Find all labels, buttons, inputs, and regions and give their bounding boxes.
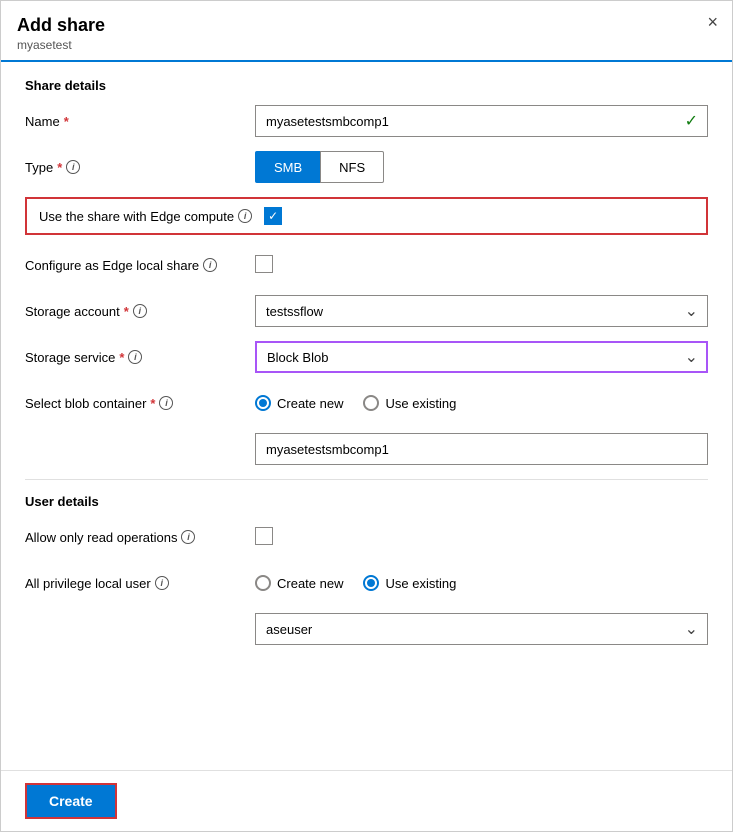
storage-service-info-icon[interactable]: i — [128, 350, 142, 364]
blob-container-use-existing-item[interactable]: Use existing — [363, 395, 456, 411]
privilege-user-select-wrapper: aseuser — [255, 613, 708, 645]
read-operations-info-icon[interactable]: i — [181, 530, 195, 544]
storage-service-select[interactable]: Block Blob — [255, 341, 708, 373]
name-input-wrapper: ✓ — [255, 105, 708, 137]
storage-account-control: testssflow — [255, 295, 708, 327]
type-control: SMB NFS — [255, 151, 708, 183]
blob-container-label: Select blob container * i — [25, 396, 255, 411]
type-label: Type * i — [25, 160, 255, 175]
edge-local-label: Configure as Edge local share i — [25, 258, 255, 273]
name-label-text: Name — [25, 114, 60, 129]
type-toggle-group: SMB NFS — [255, 151, 708, 183]
blob-container-row: Select blob container * i Create new Use… — [25, 387, 708, 419]
create-button[interactable]: Create — [25, 783, 117, 819]
blob-container-input[interactable] — [255, 433, 708, 465]
read-operations-label-text: Allow only read operations — [25, 530, 177, 545]
edge-local-checkbox[interactable] — [255, 255, 273, 273]
type-row: Type * i SMB NFS — [25, 151, 708, 183]
privilege-user-select[interactable]: aseuser — [255, 613, 708, 645]
storage-account-info-icon[interactable]: i — [133, 304, 147, 318]
name-row: Name * ✓ — [25, 105, 708, 137]
dialog-title: Add share — [17, 15, 716, 36]
privilege-user-row: All privilege local user i Create new Us… — [25, 567, 708, 599]
storage-service-control: Block Blob — [255, 341, 708, 373]
privilege-user-info-icon[interactable]: i — [155, 576, 169, 590]
edge-local-label-text: Configure as Edge local share — [25, 258, 199, 273]
name-required: * — [64, 114, 69, 129]
storage-service-select-wrapper: Block Blob — [255, 341, 708, 373]
privilege-user-create-new-item[interactable]: Create new — [255, 575, 343, 591]
privilege-user-select-row: aseuser — [25, 613, 708, 645]
name-control: ✓ — [255, 105, 708, 137]
blob-container-create-new-item[interactable]: Create new — [255, 395, 343, 411]
storage-service-row: Storage service * i Block Blob — [25, 341, 708, 373]
privilege-user-label: All privilege local user i — [25, 576, 255, 591]
storage-account-select-wrapper: testssflow — [255, 295, 708, 327]
privilege-user-radio-group: Create new Use existing — [255, 575, 708, 591]
section-divider — [25, 479, 708, 480]
add-share-dialog: Add share myasetest × Share details Name… — [0, 0, 733, 832]
dialog-header: Add share myasetest × — [1, 1, 732, 62]
dialog-subtitle: myasetest — [17, 38, 716, 52]
edge-local-control — [255, 255, 708, 276]
read-operations-control — [255, 527, 708, 548]
share-details-section-title: Share details — [25, 78, 708, 93]
blob-container-value-row — [25, 433, 708, 465]
blob-container-control: Create new Use existing — [255, 395, 708, 411]
privilege-user-create-new-label: Create new — [277, 576, 343, 591]
edge-local-info-icon[interactable]: i — [203, 258, 217, 272]
storage-account-select[interactable]: testssflow — [255, 295, 708, 327]
privilege-user-label-text: All privilege local user — [25, 576, 151, 591]
edge-compute-label: Use the share with Edge compute i — [39, 209, 252, 224]
edge-compute-label-text: Use the share with Edge compute — [39, 209, 234, 224]
blob-container-radio-group: Create new Use existing — [255, 395, 708, 411]
storage-service-label: Storage service * i — [25, 350, 255, 365]
storage-account-label: Storage account * i — [25, 304, 255, 319]
privilege-user-use-existing-label: Use existing — [385, 576, 456, 591]
storage-account-row: Storage account * i testssflow — [25, 295, 708, 327]
storage-account-required: * — [124, 304, 129, 319]
privilege-user-create-new-radio[interactable] — [255, 575, 271, 591]
type-info-icon[interactable]: i — [66, 160, 80, 174]
blob-container-use-existing-radio[interactable] — [363, 395, 379, 411]
privilege-user-use-existing-item[interactable]: Use existing — [363, 575, 456, 591]
type-required: * — [57, 160, 62, 175]
name-check-icon: ✓ — [685, 111, 698, 131]
blob-container-create-new-label: Create new — [277, 396, 343, 411]
edge-local-row: Configure as Edge local share i — [25, 249, 708, 281]
storage-service-required: * — [119, 350, 124, 365]
edge-compute-row: Use the share with Edge compute i ✓ — [25, 197, 708, 235]
read-operations-row: Allow only read operations i — [25, 521, 708, 553]
dialog-body: Share details Name * ✓ Type * i — [1, 62, 732, 770]
blob-container-create-new-radio[interactable] — [255, 395, 271, 411]
read-operations-label: Allow only read operations i — [25, 530, 255, 545]
read-operations-checkbox[interactable] — [255, 527, 273, 545]
close-button[interactable]: × — [707, 13, 718, 31]
storage-account-label-text: Storage account — [25, 304, 120, 319]
type-nfs-button[interactable]: NFS — [320, 151, 384, 183]
type-label-text: Type — [25, 160, 53, 175]
user-details-section-title: User details — [25, 494, 708, 509]
type-smb-button[interactable]: SMB — [255, 151, 320, 183]
privilege-user-use-existing-radio[interactable] — [363, 575, 379, 591]
edge-compute-checkbox[interactable]: ✓ — [264, 207, 282, 225]
name-label: Name * — [25, 114, 255, 129]
privilege-user-select-control: aseuser — [255, 613, 708, 645]
privilege-user-control: Create new Use existing — [255, 575, 708, 591]
edge-compute-info-icon[interactable]: i — [238, 209, 252, 223]
blob-container-use-existing-label: Use existing — [385, 396, 456, 411]
blob-container-value-control — [255, 433, 708, 465]
storage-service-label-text: Storage service — [25, 350, 115, 365]
blob-container-info-icon[interactable]: i — [159, 396, 173, 410]
name-input[interactable] — [255, 105, 708, 137]
blob-container-label-text: Select blob container — [25, 396, 146, 411]
dialog-footer: Create — [1, 770, 732, 831]
blob-container-required: * — [150, 396, 155, 411]
